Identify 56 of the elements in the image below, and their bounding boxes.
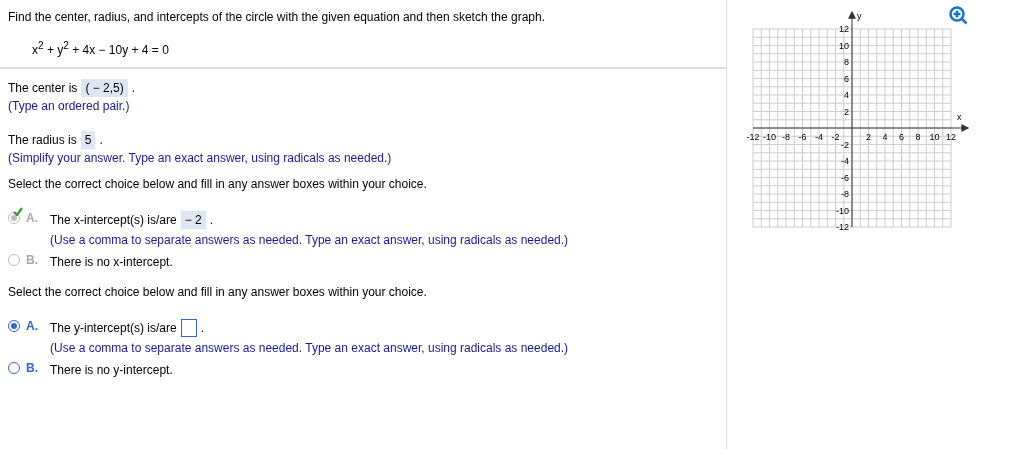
tick-label: -6: [841, 172, 849, 183]
tick-label: -12: [836, 222, 849, 232]
answer-field[interactable]: 5: [80, 131, 96, 149]
answer-label: The center is: [8, 81, 78, 95]
tick-label: 10: [839, 40, 849, 51]
tick-label: -8: [841, 189, 849, 199]
tick-label: 12: [946, 132, 956, 142]
equation: x$^{2}$ + y$^{2}$ + 4x − 10y + 4 = 0: [31, 40, 170, 57]
answer-hint: (Type an ordered pair.): [8, 99, 131, 113]
zoom-in-icon[interactable]: [949, 6, 969, 26]
instruction-text: Find the center, radius, and intercepts of the circle with the given equation and then sketch the graph.: [8, 10, 546, 24]
tick-label: 4: [844, 90, 849, 100]
tick-label: -4: [841, 156, 849, 166]
choice-letter: B.: [26, 361, 39, 375]
choice-text: There is no x-intercept.: [50, 255, 173, 269]
choice-prompt: Select the correct choice below and fill in any answer boxes within your choice.: [8, 285, 428, 299]
axis-label: x: [957, 112, 962, 122]
period: .: [99, 133, 103, 147]
choice-text: The y-intercept(s) is/are: [50, 321, 177, 335]
axis-label: y: [857, 11, 862, 22]
choice-letter: A.: [26, 319, 39, 333]
tick-label: 6: [899, 132, 904, 142]
answer-field[interactable]: [180, 319, 197, 337]
choice-text: There is no y-intercept.: [50, 363, 173, 377]
choice-prompt: Select the correct choice below and fill in any answer boxes within your choice.: [8, 177, 428, 191]
choice-letter: B.: [26, 253, 39, 267]
answer-field[interactable]: ( − 2,5): [81, 79, 128, 97]
tick-label: -6: [798, 132, 807, 142]
tick-label: -10: [836, 205, 849, 216]
choice-text: The x-intercept(s) is/are: [50, 213, 177, 227]
tick-label: 8: [844, 57, 849, 67]
tick-label: -10: [763, 132, 776, 142]
tick-label: 4: [882, 132, 888, 142]
tick-label: 2: [844, 106, 849, 117]
answer-hint: (Simplify your answer. Type an exact answer, using radicals as needed.): [8, 151, 393, 165]
answer-label: The radius is: [8, 133, 77, 147]
tick-label: 2: [866, 132, 871, 142]
period: .: [131, 81, 136, 95]
tick-label: -8: [782, 132, 790, 142]
tick-label: 8: [915, 132, 921, 142]
radio-button[interactable]: [8, 254, 20, 266]
radio-button[interactable]: [8, 362, 20, 374]
choice-letter: A.: [26, 211, 39, 225]
tick-label: -2: [831, 132, 840, 142]
answer-hint: (Use a comma to separate answers as needed. Type an exact answer, using radicals as needed.): [50, 341, 569, 355]
answer-field[interactable]: − 2: [180, 211, 206, 229]
tick-label: -2: [841, 139, 849, 150]
tick-label: -12: [746, 132, 760, 142]
radio-button[interactable]: [8, 320, 20, 332]
period: .: [200, 321, 205, 335]
tick-label: -4: [815, 132, 823, 142]
tick-label: 6: [844, 73, 849, 84]
period: .: [209, 213, 214, 227]
tick-label: 10: [929, 132, 940, 142]
tick-label: 12: [839, 24, 849, 34]
answer-hint: (Use a comma to separate answers as needed. Type an exact answer, using radicals as needed.): [50, 233, 569, 247]
